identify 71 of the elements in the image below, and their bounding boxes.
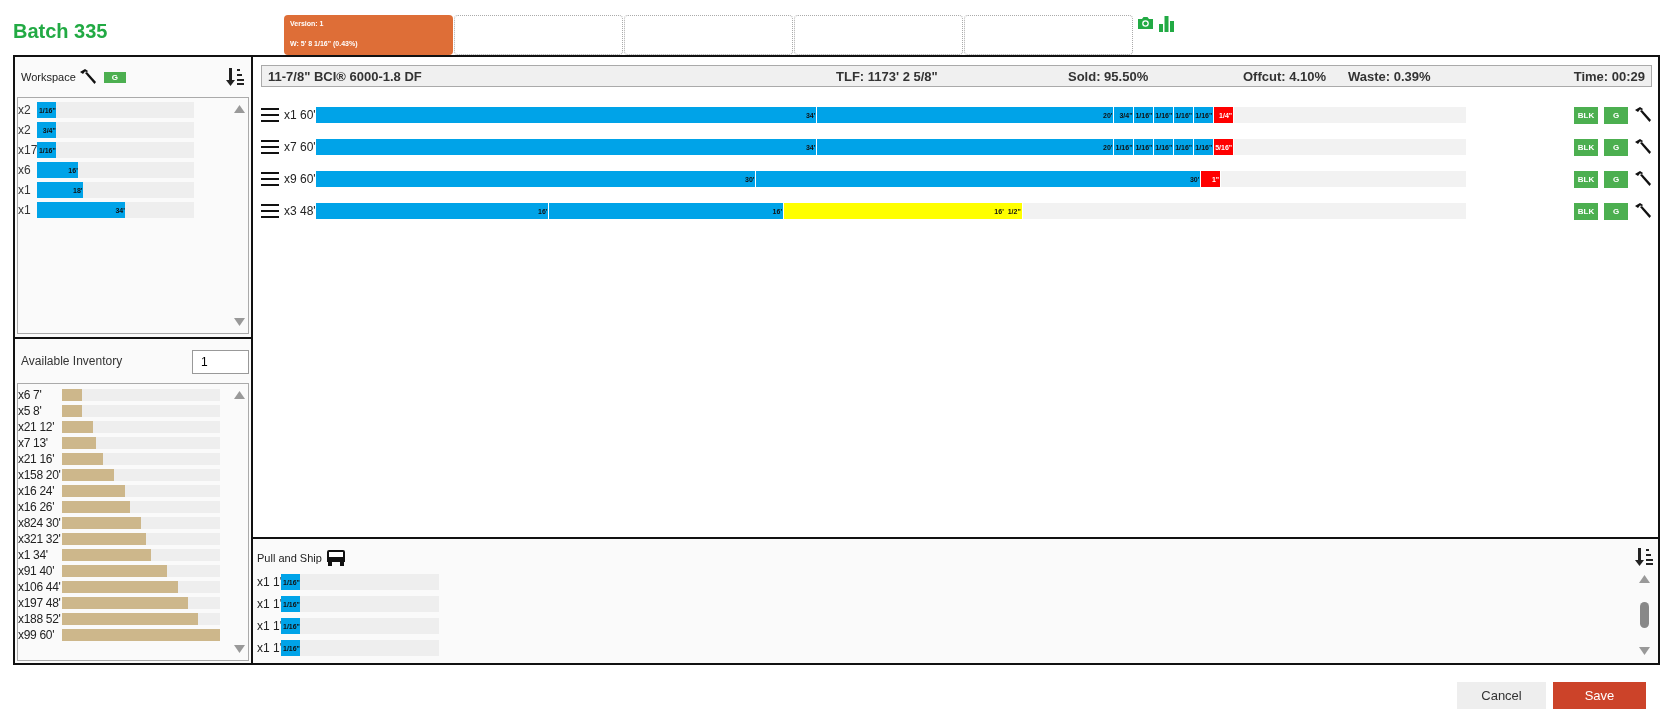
menu-icon[interactable]: [261, 107, 279, 123]
batch-title: Batch 335: [12, 19, 109, 43]
summary-text: Waste: 0.39%: [1348, 68, 1431, 84]
quantity-label: x17: [18, 143, 37, 157]
quantity-field[interactable]: 1: [192, 350, 249, 374]
scroll-down-icon[interactable]: [233, 318, 245, 326]
stock-label: x824 30': [18, 516, 62, 530]
stock-label: x16 24': [18, 484, 56, 498]
sort-icon[interactable]: [225, 67, 245, 87]
scroll-up-icon[interactable]: [233, 105, 245, 113]
stock-label: x1 1': [257, 619, 281, 633]
stock-label: x1 1': [257, 641, 281, 655]
version-tab[interactable]: [964, 15, 1133, 55]
summary-text: TLF: 1173' 2 5/8": [836, 68, 939, 84]
hammer-icon[interactable]: [1634, 170, 1652, 188]
stock-label: x1 34': [18, 548, 49, 562]
hammer-icon[interactable]: [1634, 138, 1652, 156]
stock-label: x7 60': [284, 140, 316, 154]
summary-text: Sold: 95.50%: [1068, 68, 1150, 84]
stock-label: x5 8': [18, 404, 43, 418]
stock-label: x21 16': [18, 452, 56, 466]
stock-label: x1 1': [257, 575, 281, 589]
stock-label: x99 60': [18, 628, 56, 642]
quantity-label: x2: [18, 123, 32, 137]
hammer-icon[interactable]: [78, 68, 97, 86]
version-tab[interactable]: [794, 15, 963, 55]
quantity-label: x6: [18, 163, 32, 177]
quantity-label: x2: [18, 103, 32, 117]
scroll-up-icon[interactable]: [233, 391, 245, 399]
quantity-label: x1: [18, 183, 32, 197]
scrollbar-thumb[interactable]: [1639, 602, 1649, 628]
stock-label: x197 48': [18, 596, 62, 610]
stock-label: x91 40': [18, 564, 56, 578]
stock-bar[interactable]: [62, 389, 83, 401]
menu-icon[interactable]: [261, 139, 279, 155]
summary-text: Time: 00:29: [1573, 68, 1645, 84]
stock-label: x1 1': [257, 597, 281, 611]
stock-label: x6 7': [18, 388, 43, 402]
stock-label: x16 26': [18, 500, 56, 514]
quantity-label: x1: [18, 203, 32, 217]
stock-label: x9 60': [284, 172, 316, 186]
stock-label: x106 44': [18, 580, 62, 594]
sort-icon[interactable]: [1634, 547, 1654, 567]
bus-icon: [325, 549, 346, 567]
version-tab[interactable]: [624, 15, 793, 55]
cancel-button[interactable]: Cancel: [1457, 682, 1546, 709]
summary-text: Offcut: 4.10%: [1243, 68, 1328, 84]
stock-label: x188 52': [18, 612, 62, 626]
stock-label: x3 48': [284, 204, 316, 218]
workspace-title: Workspace: [21, 71, 76, 83]
inventory-title: Available Inventory: [21, 354, 123, 368]
hammer-icon[interactable]: [1634, 202, 1652, 220]
save-button[interactable]: Save: [1553, 682, 1646, 709]
camera-icon[interactable]: [1137, 15, 1154, 30]
stock-label: x321 32': [18, 532, 62, 546]
stock-label: x21 12': [18, 420, 56, 434]
version-tab[interactable]: [454, 15, 623, 55]
summary-text: 11-7/8" BCI® 6000-1.8 DF: [268, 68, 423, 84]
stock-bar[interactable]: [62, 405, 83, 417]
scroll-up-icon[interactable]: [1638, 575, 1650, 583]
stock-label: x158 20': [18, 468, 62, 482]
pull-ship-title: Pull and Ship: [257, 552, 322, 564]
stock-bar[interactable]: [62, 453, 104, 465]
stock-label: x7 13': [18, 436, 49, 450]
bar-chart-icon[interactable]: [1158, 15, 1175, 32]
scroll-down-icon[interactable]: [1638, 647, 1650, 655]
menu-icon[interactable]: [261, 203, 279, 219]
scroll-down-icon[interactable]: [233, 645, 245, 653]
hammer-icon[interactable]: [1634, 106, 1652, 124]
menu-icon[interactable]: [261, 171, 279, 187]
stock-label: x1 60': [284, 108, 316, 122]
